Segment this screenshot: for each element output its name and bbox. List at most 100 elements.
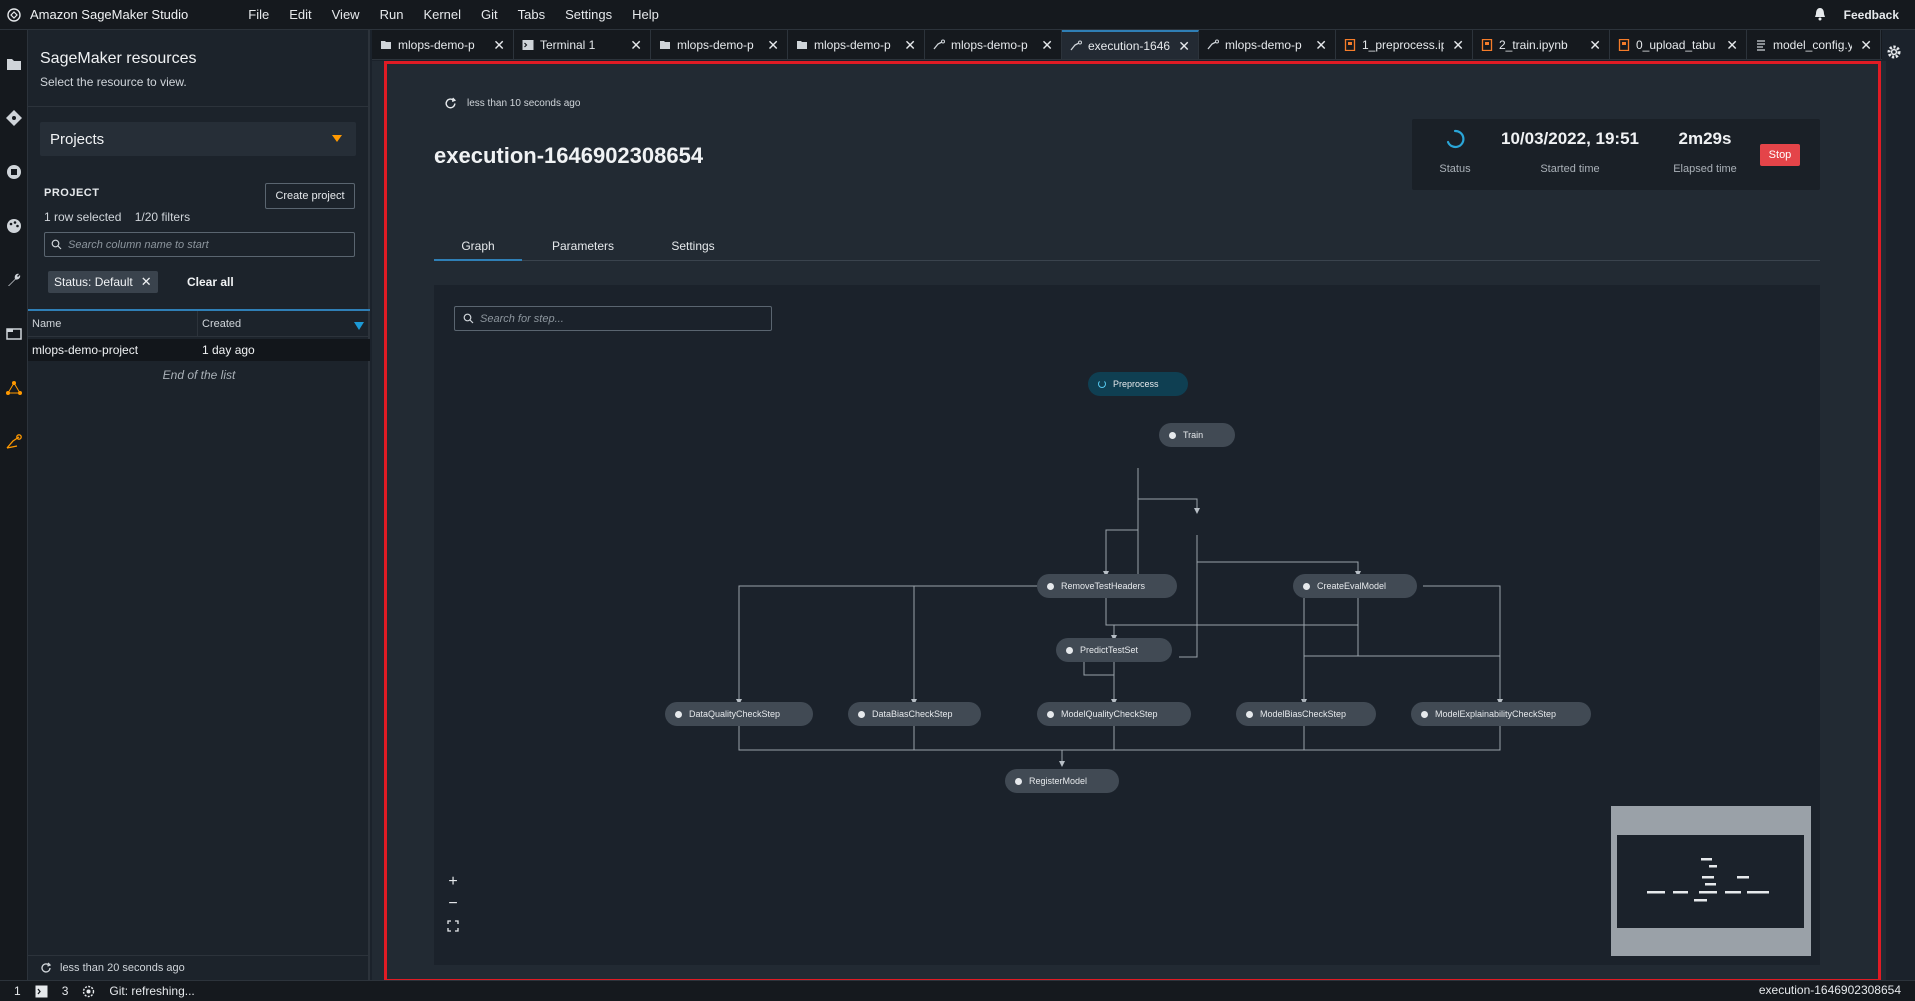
menu-run[interactable]: Run [380,7,404,22]
graph-minimap[interactable] [1611,806,1811,956]
notebook-icon [1618,38,1630,52]
menu-edit[interactable]: Edit [289,7,311,22]
menu-view[interactable]: View [332,7,360,22]
tab-graph[interactable]: Graph [434,236,522,261]
tab-label: 0_upload_tabu [1636,38,1716,52]
pipeline-graph-panel: Search for step... Preprocess Train Remo… [434,285,1820,965]
column-search-input[interactable]: Search column name to start [44,232,355,257]
tab-parameters[interactable]: Parameters [522,236,644,261]
stop-button[interactable]: Stop [1760,144,1800,166]
close-icon[interactable]: ✕ [1041,37,1053,54]
graph-node-removetestheaders[interactable]: RemoveTestHeaders [1037,574,1177,598]
zoom-out-icon[interactable]: − [442,893,464,915]
tabs-icon[interactable] [0,314,28,354]
table-header: Name Created [28,309,370,337]
close-icon[interactable]: ✕ [493,37,505,54]
close-icon[interactable]: ✕ [1860,37,1872,54]
notification-bell-icon[interactable] [1814,7,1826,24]
active-document-name: execution-1646902308654 [1758,983,1901,997]
fit-view-icon[interactable] [442,915,464,937]
close-icon[interactable]: ✕ [141,274,152,290]
tab-document[interactable]: mlops-demo-p ✕ [1199,30,1336,59]
elapsed-time-value: 2m29s [1678,129,1732,148]
file-icon [1755,39,1767,51]
status-dot-icon [1246,710,1253,718]
menu-kernel[interactable]: Kernel [423,7,461,22]
pipeline-icon [933,39,945,51]
tab-document[interactable]: mlops-demo-p ✕ [925,30,1062,59]
menu-settings[interactable]: Settings [565,7,612,22]
zoom-controls: + − [442,871,464,943]
tab-document[interactable]: 0_upload_tabu ✕ [1610,30,1747,59]
graph-node-label: RemoveTestHeaders [1061,581,1146,591]
filters-count-text: 1/20 filters [134,210,191,224]
wrench-icon[interactable] [0,260,28,300]
feedback-link[interactable]: Feedback [1844,8,1899,22]
project-name-cell[interactable]: mlops-demo-project [28,339,198,361]
tab-document[interactable]: 2_train.ipynb ✕ [1473,30,1610,59]
close-icon[interactable]: ✕ [767,37,779,54]
graph-node-predicttestset[interactable]: PredictTestSet [1056,638,1172,662]
graph-node-label: CreateEvalModel [1317,581,1387,591]
graph-node-databiascheckstep[interactable]: DataBiasCheckStep [848,702,981,726]
kernel-status-icon[interactable] [82,985,95,998]
tab-settings[interactable]: Settings [644,236,742,261]
column-header-created[interactable]: Created [198,311,370,336]
pipelines-icon[interactable] [0,422,28,462]
status-bar-item[interactable]: 3 [62,984,69,998]
status-spinner-icon [1430,129,1480,153]
menu-help[interactable]: Help [632,7,659,22]
status-filter-chip[interactable]: Status: Default ✕ [48,271,158,293]
graph-node-train[interactable]: Train [1159,423,1235,447]
palette-icon[interactable] [0,206,28,246]
step-search-input[interactable]: Search for step... [454,306,772,331]
menu-tabs[interactable]: Tabs [518,7,545,22]
tab-document[interactable]: mlops-demo-p ✕ [651,30,788,59]
column-header-name[interactable]: Name [28,311,198,336]
graph-node-modelbiascheckstep[interactable]: ModelBiasCheckStep [1236,702,1376,726]
table-row[interactable]: mlops-demo-project 1 day ago [28,339,370,361]
create-project-button[interactable]: Create project [265,183,355,209]
menu-git[interactable]: Git [481,7,498,22]
status-label: Status [1439,163,1471,175]
tab-document[interactable]: mlops-demo-p ✕ [788,30,925,59]
resource-type-select[interactable]: Projects [40,122,356,156]
graph-node-dataqualitycheckstep[interactable]: DataQualityCheckStep [665,702,813,726]
sagemaker-components-icon[interactable] [0,368,28,408]
tab-document[interactable]: 1_preprocess.ip ✕ [1336,30,1473,59]
rows-selected-text: 1 row selected [44,210,122,224]
close-icon[interactable]: ✕ [1178,38,1190,55]
refresh-icon[interactable] [40,962,52,974]
graph-node-createevalmodel[interactable]: CreateEvalModel [1293,574,1417,598]
running-terminals-icon[interactable] [0,152,28,192]
clear-all-button[interactable]: Clear all [187,275,234,289]
close-icon[interactable]: ✕ [1452,37,1464,54]
sort-descending-icon[interactable] [354,322,364,330]
tab-document[interactable]: mlops-demo-p ✕ [372,30,514,59]
menu-file[interactable]: File [248,7,269,22]
gear-icon[interactable] [1886,44,1902,65]
close-icon[interactable]: ✕ [1726,37,1738,54]
status-dot-icon [1066,646,1073,654]
file-browser-icon[interactable] [0,44,28,84]
tab-document[interactable]: Terminal 1 ✕ [514,30,651,59]
graph-node-preprocess[interactable]: Preprocess [1088,372,1188,396]
refresh-icon[interactable] [444,97,457,110]
status-bar: 1 3 Git: refreshing... execution-1646902… [0,980,1915,1001]
graph-node-modelqualitycheckstep[interactable]: ModelQualityCheckStep [1037,702,1191,726]
terminal-status-icon[interactable] [35,985,48,998]
status-bar-item[interactable]: 1 [14,984,21,998]
tab-document[interactable]: model_config.y ✕ [1747,30,1881,59]
minimap-viewport [1617,835,1804,928]
git-icon[interactable] [0,98,28,138]
graph-node-registermodel[interactable]: RegisterModel [1005,769,1119,793]
tab-label: mlops-demo-p [951,38,1028,52]
close-icon[interactable]: ✕ [1589,37,1601,54]
graph-node-modelexplainabilitycheckstep[interactable]: ModelExplainabilityCheckStep [1411,702,1591,726]
zoom-in-icon[interactable]: + [442,871,464,893]
end-of-list-text: End of the list [162,368,236,382]
close-icon[interactable]: ✕ [904,37,916,54]
close-icon[interactable]: ✕ [630,37,642,54]
close-icon[interactable]: ✕ [1315,37,1327,54]
tab-document[interactable]: execution-1646 ✕ [1062,30,1199,59]
